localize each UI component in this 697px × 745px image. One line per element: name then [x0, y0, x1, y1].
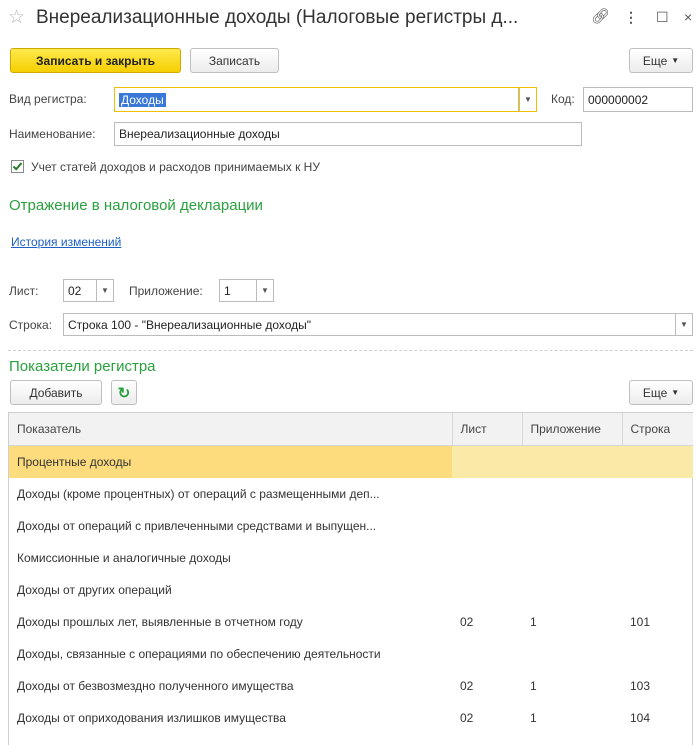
add-button[interactable]: Добавить: [10, 380, 102, 405]
indicators-more-label: Еще: [642, 385, 668, 400]
cell-line: [622, 478, 693, 510]
cell-appendix: [522, 510, 622, 542]
cell-sheet: [452, 638, 522, 670]
nu-checkbox[interactable]: [11, 160, 24, 173]
code-field[interactable]: 000000002: [583, 87, 693, 112]
more-label: Еще: [642, 53, 668, 68]
cell-sheet: [452, 510, 522, 542]
cell-appendix: 1: [530, 615, 537, 629]
section-divider: [8, 350, 693, 351]
table-row[interactable]: Доходы от других операций: [9, 574, 693, 606]
cell-indicator: Комиссионные и аналогичные доходы: [17, 551, 231, 565]
table-row[interactable]: Доходы (кроме процентных) от операций с …: [9, 478, 693, 510]
cell-appendix: 1: [530, 711, 537, 725]
name-label: Наименование:: [9, 127, 96, 141]
name-field[interactable]: Внереализационные доходы: [114, 122, 582, 146]
indicators-section-title: Показатели регистра: [9, 358, 156, 375]
cell-sheet: 02: [460, 711, 474, 725]
cell-indicator: Доходы от других операций: [17, 583, 172, 597]
cell-indicator: Процентные доходы: [9, 445, 452, 478]
cell-indicator: Доходы прошлых лет, выявленные в отчетно…: [17, 615, 303, 629]
column-header-appendix[interactable]: Приложение: [522, 413, 623, 446]
appendix-dropdown-icon[interactable]: ▼: [256, 279, 274, 302]
table-row[interactable]: Доходы от безвозмездно полученного имуще…: [9, 670, 693, 702]
cell-sheet: 02: [460, 615, 474, 629]
register-type-dropdown-icon[interactable]: ▼: [519, 87, 537, 112]
cell-indicator: Доходы, связанные с операциями по обеспе…: [17, 647, 381, 661]
cell-line: 103: [630, 679, 651, 693]
favorite-star-icon[interactable]: ☆: [8, 6, 25, 29]
more-icon[interactable]: ⋮: [624, 9, 638, 26]
table-row[interactable]: Доходы от оприходования излишков имущест…: [9, 702, 693, 734]
history-link[interactable]: История изменений: [11, 235, 121, 249]
chevron-down-icon: ▼: [671, 388, 680, 397]
table-row[interactable]: Доходы, связанные с операциями по обеспе…: [9, 638, 693, 670]
cell-line: 101: [630, 615, 651, 629]
cell-sheet: [452, 445, 522, 478]
cell-sheet: 02: [460, 679, 474, 693]
nu-checkbox-label: Учет статей доходов и расходов принимаем…: [31, 160, 320, 174]
code-label: Код:: [551, 92, 575, 106]
declaration-section-title: Отражение в налоговой декларации: [9, 197, 263, 214]
cell-appendix: [522, 478, 622, 510]
line-field[interactable]: Строка 100 - "Внереализационные доходы": [63, 313, 676, 336]
cell-appendix: [522, 574, 622, 606]
save-button[interactable]: Записать: [190, 48, 279, 73]
cell-indicator: Доходы от оприходования излишков имущест…: [17, 711, 286, 725]
close-icon[interactable]: ×: [684, 9, 692, 25]
maximize-icon[interactable]: ☐: [656, 9, 669, 26]
cell-line: [622, 445, 693, 478]
column-header-sheet[interactable]: Лист: [452, 413, 523, 446]
more-button[interactable]: Еще ▼: [629, 48, 693, 73]
cell-line: 104: [630, 711, 651, 725]
cell-appendix: [522, 445, 622, 478]
cell-sheet: [452, 574, 522, 606]
cell-line: [622, 638, 693, 670]
indicators-more-button[interactable]: Еще ▼: [629, 380, 693, 405]
sheet-field[interactable]: 02: [63, 279, 97, 302]
table-row[interactable]: Доходы прошлых лет, выявленные в отчетно…: [9, 606, 693, 638]
table-header-row: Показатель Лист Приложение Строка: [9, 413, 693, 446]
table-row[interactable]: Доходы от операций с привлеченными средс…: [9, 510, 693, 542]
column-header-indicator[interactable]: Показатель: [9, 413, 453, 446]
appendix-label: Приложение:: [129, 284, 203, 298]
register-type-field[interactable]: Доходы: [114, 87, 519, 112]
sheet-label: Лист:: [9, 284, 39, 298]
table-row[interactable]: Процентные доходы: [9, 445, 693, 478]
cell-line: [622, 510, 693, 542]
link-icon[interactable]: 🔗︎: [591, 7, 610, 25]
register-type-label: Вид регистра:: [9, 92, 87, 106]
cell-appendix: [522, 638, 622, 670]
column-header-line[interactable]: Строка: [622, 413, 693, 446]
cell-indicator: Доходы от операций с привлеченными средс…: [17, 519, 377, 533]
cell-indicator: Доходы от безвозмездно полученного имуще…: [17, 679, 294, 693]
appendix-field[interactable]: 1: [219, 279, 257, 302]
line-label: Строка:: [9, 318, 53, 332]
indicators-table: Показатель Лист Приложение Строка Процен…: [9, 413, 693, 734]
cell-appendix: [522, 542, 622, 574]
table-row[interactable]: Комиссионные и аналогичные доходы: [9, 542, 693, 574]
cell-appendix: 1: [530, 679, 537, 693]
sheet-dropdown-icon[interactable]: ▼: [96, 279, 114, 302]
save-and-close-button[interactable]: Записать и закрыть: [10, 48, 181, 73]
cell-sheet: [452, 542, 522, 574]
cell-line: [622, 542, 693, 574]
register-type-value: Доходы: [119, 92, 166, 107]
refresh-icon[interactable]: ↻: [111, 380, 137, 405]
window-title: Внереализационные доходы (Налоговые реги…: [36, 7, 519, 28]
cell-indicator: Доходы (кроме процентных) от операций с …: [17, 487, 380, 501]
chevron-down-icon: ▼: [671, 56, 680, 65]
checkmark-icon: [12, 162, 23, 171]
line-dropdown-icon[interactable]: ▼: [675, 313, 693, 336]
cell-sheet: [452, 478, 522, 510]
cell-line: [622, 574, 693, 606]
